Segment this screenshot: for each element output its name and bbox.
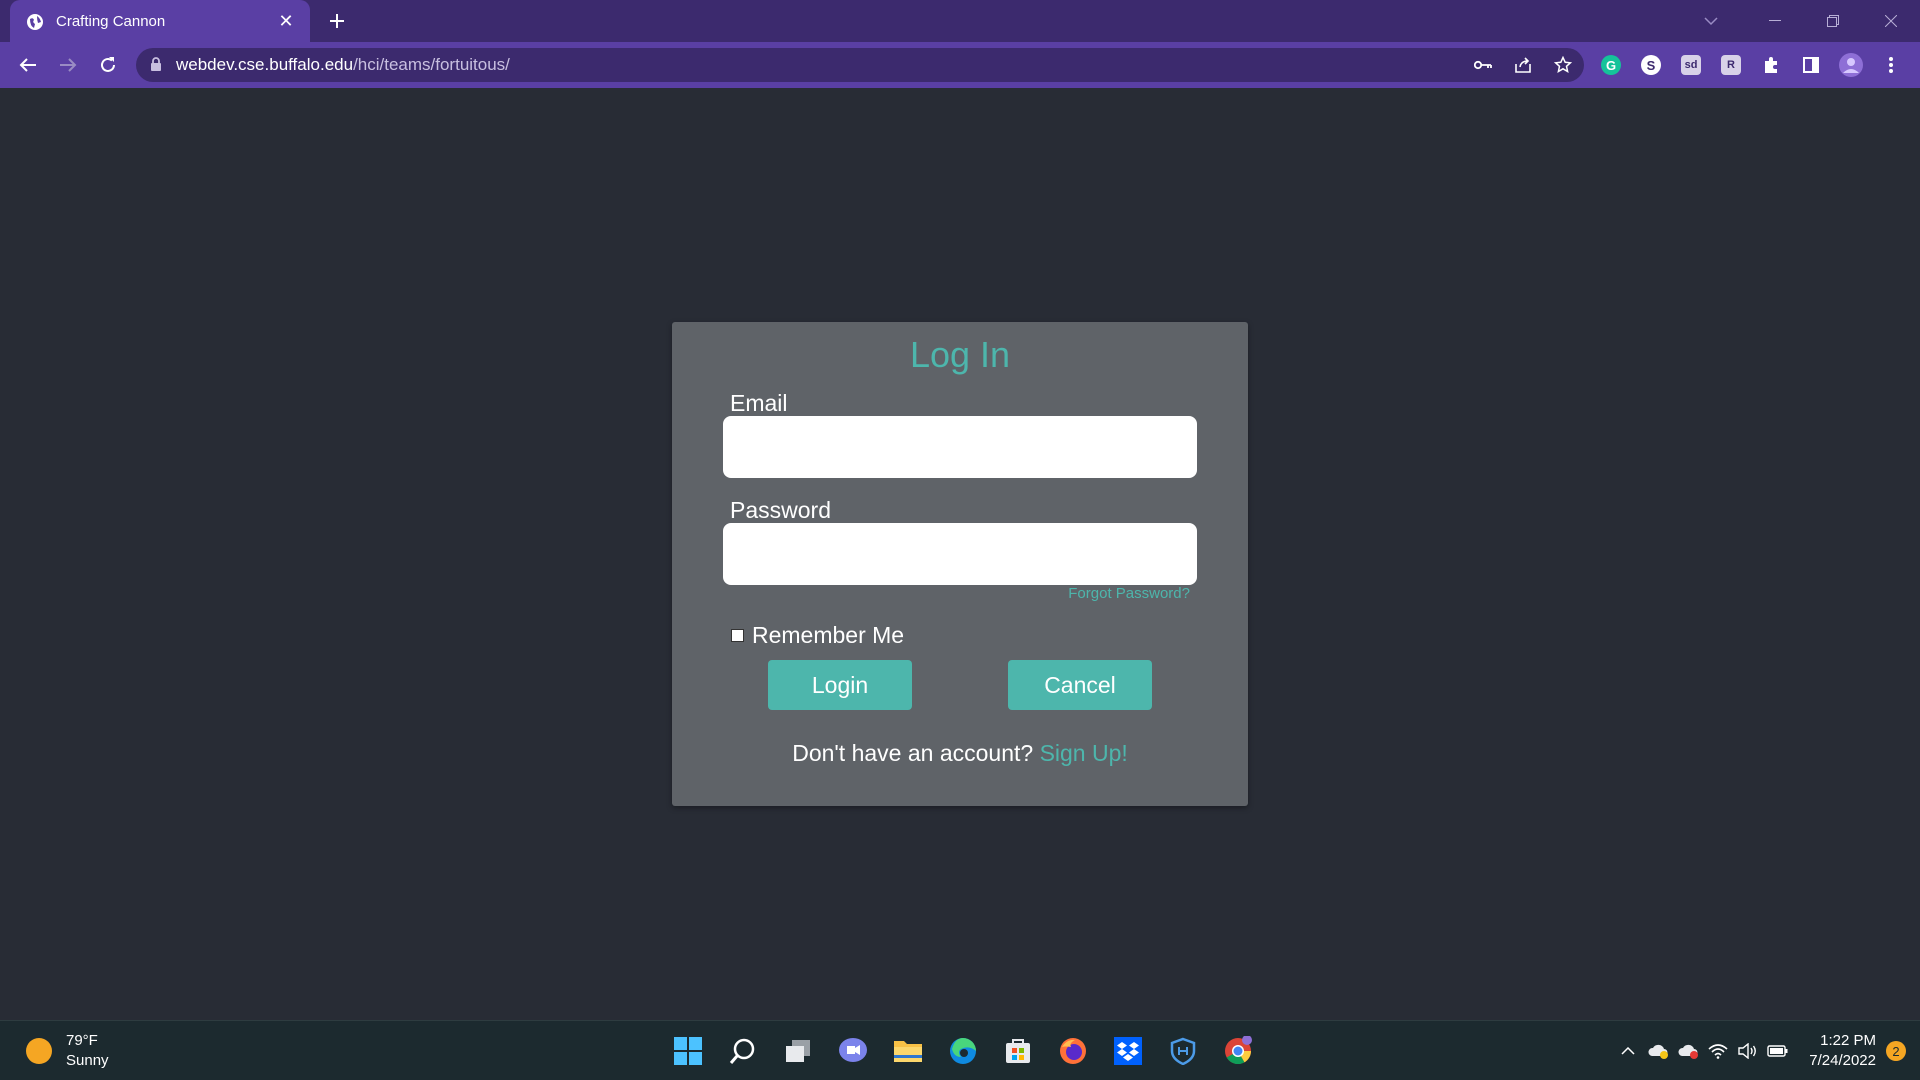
taskbar-apps bbox=[666, 1029, 1260, 1073]
browser-toolbar: webdev.cse.buffalo.edu/hci/teams/fortuit… bbox=[0, 42, 1920, 88]
tab-title: Crafting Cannon bbox=[56, 13, 166, 30]
minimize-icon[interactable] bbox=[1746, 0, 1804, 42]
chrome-menu-icon[interactable] bbox=[1876, 50, 1906, 80]
edge-icon[interactable] bbox=[941, 1029, 985, 1073]
login-button[interactable]: Login bbox=[768, 660, 912, 710]
tab-search-icon[interactable] bbox=[1688, 0, 1734, 42]
share-icon[interactable] bbox=[1510, 52, 1536, 78]
email-field[interactable] bbox=[723, 416, 1197, 478]
restore-icon[interactable] bbox=[1804, 0, 1862, 42]
back-arrow-icon[interactable] bbox=[12, 49, 44, 81]
taskbar: 79°F Sunny 1:22 PM 7/24/2022 2 bbox=[0, 1020, 1920, 1080]
task-view-icon[interactable] bbox=[776, 1029, 820, 1073]
weather-temp: 79°F bbox=[66, 1032, 98, 1049]
wifi-icon[interactable] bbox=[1705, 1038, 1731, 1064]
cloud-error-icon[interactable] bbox=[1675, 1038, 1701, 1064]
email-label: Email bbox=[730, 390, 788, 416]
remember-me-label: Remember Me bbox=[752, 622, 905, 648]
clock-time: 1:22 PM bbox=[1820, 1032, 1876, 1049]
url-path: /hci/teams/fortuitous/ bbox=[353, 55, 510, 74]
volume-icon[interactable] bbox=[1735, 1038, 1761, 1064]
forgot-password-link[interactable]: Forgot Password? bbox=[1068, 585, 1190, 602]
s-extension-icon[interactable]: S bbox=[1636, 50, 1666, 80]
chrome-icon[interactable] bbox=[1216, 1029, 1260, 1073]
side-panel-icon[interactable] bbox=[1796, 50, 1826, 80]
close-tab-icon[interactable]: ✕ bbox=[274, 11, 298, 32]
profile-avatar-icon[interactable] bbox=[1836, 50, 1866, 80]
signup-prompt: Don't have an account? bbox=[792, 740, 1034, 766]
dropbox-icon[interactable] bbox=[1106, 1029, 1150, 1073]
lock-icon[interactable] bbox=[150, 57, 164, 73]
shield-app-icon[interactable] bbox=[1161, 1029, 1205, 1073]
password-label: Password bbox=[730, 497, 831, 523]
close-window-icon[interactable] bbox=[1862, 0, 1920, 42]
clock-date: 7/24/2022 bbox=[1809, 1052, 1876, 1069]
weather-widget[interactable]: 79°F Sunny bbox=[26, 1031, 109, 1071]
store-icon[interactable] bbox=[996, 1029, 1040, 1073]
signup-prompt-line: Don't have an account? Sign Up! bbox=[672, 740, 1248, 767]
bookmark-star-icon[interactable] bbox=[1550, 52, 1576, 78]
reload-icon[interactable] bbox=[92, 49, 124, 81]
extensions-row: G S sd R bbox=[1596, 50, 1906, 80]
key-icon[interactable] bbox=[1470, 52, 1496, 78]
browser-tab-bar: Crafting Cannon ✕ bbox=[0, 0, 1920, 43]
chat-icon[interactable] bbox=[831, 1029, 875, 1073]
grammarly-icon[interactable]: G bbox=[1596, 50, 1626, 80]
browser-tab[interactable]: Crafting Cannon ✕ bbox=[10, 0, 310, 43]
sun-icon bbox=[26, 1038, 52, 1064]
firefox-icon[interactable] bbox=[1051, 1029, 1095, 1073]
globe-icon bbox=[26, 13, 44, 31]
sd-extension-icon[interactable]: sd bbox=[1676, 50, 1706, 80]
clock[interactable]: 1:22 PM 7/24/2022 bbox=[1809, 1031, 1876, 1071]
address-bar[interactable]: webdev.cse.buffalo.edu/hci/teams/fortuit… bbox=[136, 48, 1584, 82]
password-field[interactable] bbox=[723, 523, 1197, 585]
chevron-up-icon[interactable] bbox=[1615, 1038, 1641, 1064]
cancel-button[interactable]: Cancel bbox=[1008, 660, 1152, 710]
new-tab-button[interactable] bbox=[322, 6, 352, 36]
weather-condition: Sunny bbox=[66, 1052, 109, 1069]
remember-me: Remember Me bbox=[731, 622, 904, 649]
remember-me-checkbox[interactable] bbox=[731, 629, 744, 642]
cloud-warning-icon[interactable] bbox=[1645, 1038, 1671, 1064]
signup-link[interactable]: Sign Up! bbox=[1040, 740, 1128, 766]
forward-arrow-icon[interactable] bbox=[52, 49, 84, 81]
r-extension-icon[interactable]: R bbox=[1716, 50, 1746, 80]
windows-start-icon[interactable] bbox=[666, 1029, 710, 1073]
window-controls bbox=[1746, 0, 1920, 42]
login-title: Log In bbox=[909, 334, 1011, 375]
file-explorer-icon[interactable] bbox=[886, 1029, 930, 1073]
system-tray: 1:22 PM 7/24/2022 2 bbox=[1615, 1021, 1906, 1080]
address-bar-actions bbox=[1470, 48, 1576, 82]
url-host: webdev.cse.buffalo.edu bbox=[176, 55, 354, 74]
puzzle-icon[interactable] bbox=[1756, 50, 1786, 80]
battery-icon[interactable] bbox=[1765, 1038, 1791, 1064]
search-icon[interactable] bbox=[721, 1029, 765, 1073]
notification-badge[interactable]: 2 bbox=[1886, 1041, 1906, 1061]
